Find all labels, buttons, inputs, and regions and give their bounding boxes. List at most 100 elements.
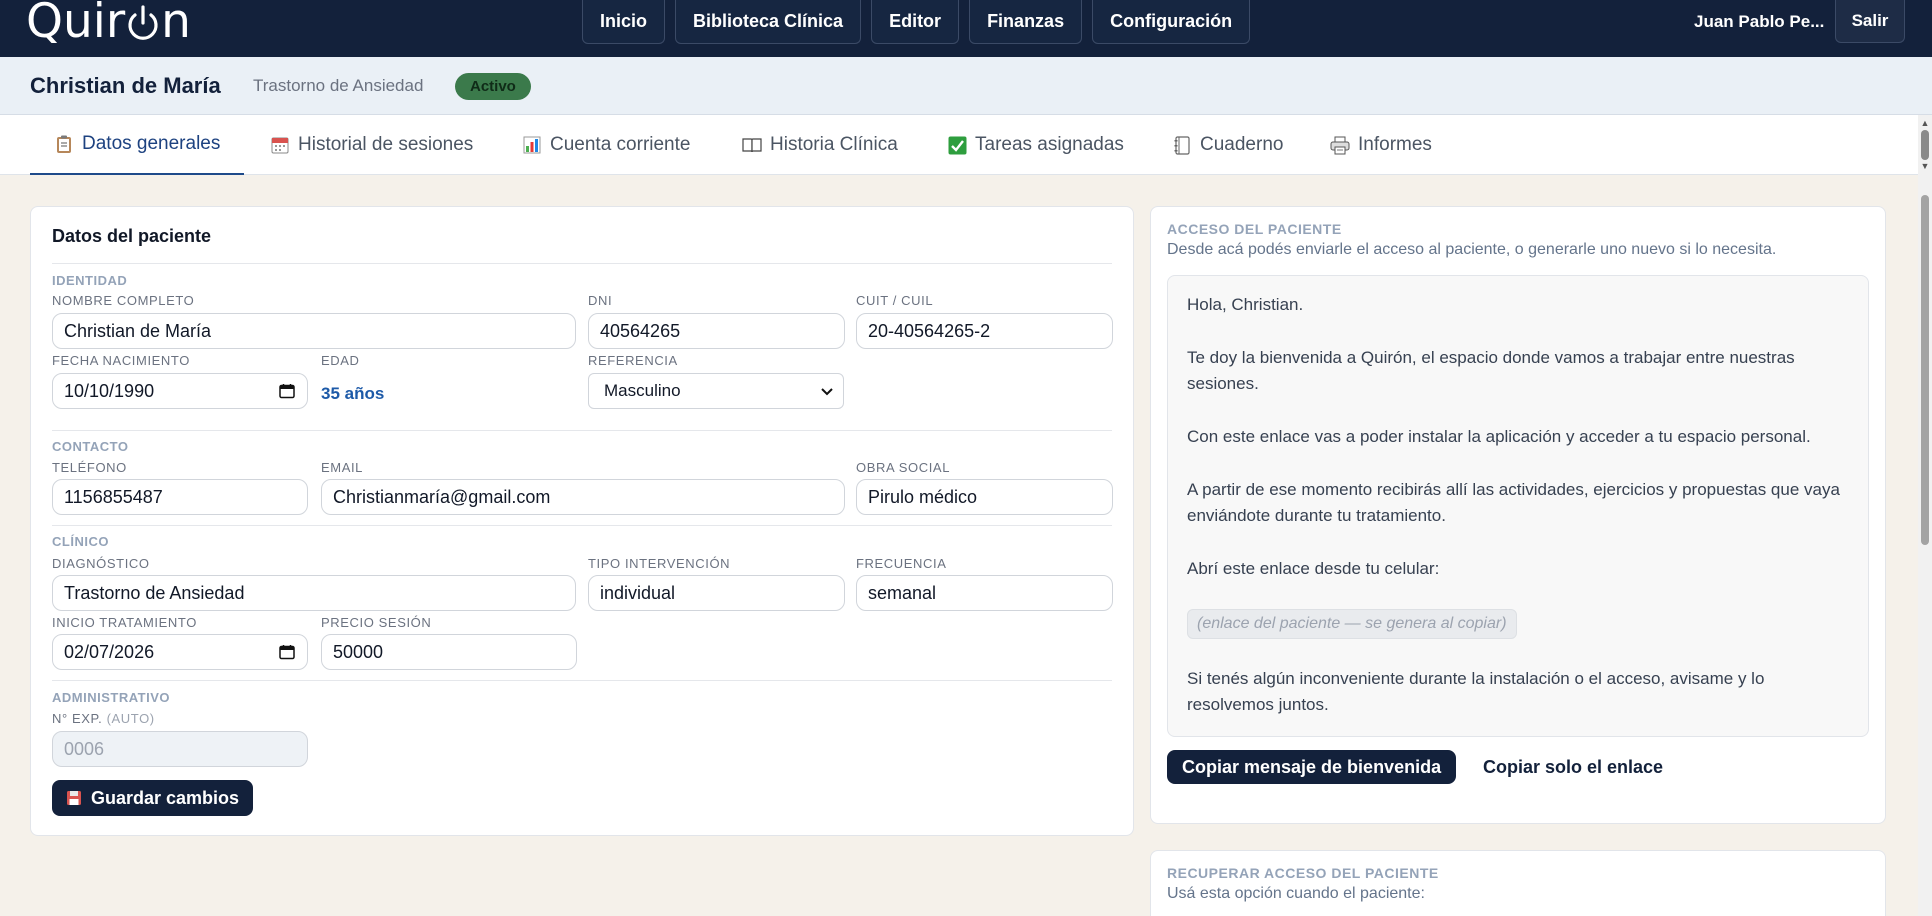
patient-data-card: Datos del paciente IDENTIDAD NOMBRE COMP… <box>30 206 1134 836</box>
tab-historial-sesiones[interactable]: Historial de sesiones <box>270 115 473 175</box>
reference-select[interactable]: Masculino <box>588 373 844 409</box>
label-intervention: TIPO INTERVENCIÓN <box>588 556 731 571</box>
phone-input[interactable]: 1156855487 <box>52 479 308 515</box>
bar-chart-icon <box>522 135 542 155</box>
patient-header: Christian de María Trastorno de Ansiedad… <box>0 57 1932 115</box>
label-email: EMAIL <box>321 460 364 475</box>
frequency-input[interactable]: semanal <box>856 575 1113 611</box>
diagnosis-input[interactable]: Trastorno de Ansiedad <box>52 575 576 611</box>
scroll-thumb[interactable] <box>1921 195 1929 545</box>
scroll-down-arrow-icon[interactable]: ▼ <box>1918 161 1932 173</box>
tab-label: Historia Clínica <box>770 134 898 155</box>
power-o-icon <box>126 1 160 41</box>
label-dni: DNI <box>588 293 613 308</box>
check-icon <box>947 135 967 155</box>
message-paragraph: A partir de ese momento recibirás allí l… <box>1187 480 1840 525</box>
treatment-start-value: 02/07/2026 <box>64 641 155 662</box>
welcome-message-box: Hola, Christian. Te doy la bienvenida a … <box>1167 275 1869 737</box>
label-age: EDAD <box>321 353 360 368</box>
tab-cuenta-corriente[interactable]: Cuenta corriente <box>522 115 690 175</box>
exp-auto-hint: (AUTO) <box>106 711 155 726</box>
label-phone: TELÉFONO <box>52 460 127 475</box>
label-birth-date: FECHA NACIMIENTO <box>52 353 190 368</box>
session-price-input[interactable]: 50000 <box>321 634 577 670</box>
calendar-icon <box>270 135 290 155</box>
notebook-icon <box>1172 135 1192 155</box>
scroll-thumb-tabs[interactable] <box>1921 130 1929 160</box>
treatment-start-input[interactable]: 02/07/2026 <box>52 634 308 670</box>
nav-biblioteca-clinica[interactable]: Biblioteca Clínica <box>675 0 862 44</box>
calendar-icon[interactable] <box>279 383 295 399</box>
intervention-input[interactable]: individual <box>588 575 845 611</box>
insurance-input[interactable]: Pirulo médico <box>856 479 1113 515</box>
cuit-input[interactable]: 20-40564265-2 <box>856 313 1113 349</box>
section-contact: CONTACTO <box>52 439 129 454</box>
tab-datos-generales[interactable]: Datos generales <box>30 115 244 175</box>
tab-label: Tareas asignadas <box>975 134 1124 155</box>
clipboard-icon <box>54 134 74 154</box>
divider <box>52 430 1112 431</box>
patient-name: Christian de María <box>30 73 221 98</box>
label-session-price: PRECIO SESIÓN <box>321 615 432 630</box>
label-insurance: OBRA SOCIAL <box>856 460 951 475</box>
calendar-icon[interactable] <box>279 644 295 660</box>
full-name-input[interactable]: Christian de María <box>52 313 576 349</box>
user-name[interactable]: Juan Pablo Pe... <box>1694 12 1824 32</box>
recover-title: RECUPERAR ACCESO DEL PACIENTE <box>1167 865 1439 881</box>
tab-label: Informes <box>1358 134 1432 155</box>
label-frequency: FRECUENCIA <box>856 556 947 571</box>
printer-icon <box>1330 135 1350 155</box>
patient-tabs: Datos generales Historial de sesiones Cu… <box>0 115 1918 175</box>
patient-link-placeholder: (enlace del paciente — se genera al copi… <box>1187 609 1517 639</box>
label-full-name: NOMBRE COMPLETO <box>52 293 195 308</box>
save-button[interactable]: Guardar cambios <box>52 780 254 816</box>
divider <box>52 525 1112 526</box>
tab-tareas-asignadas[interactable]: Tareas asignadas <box>947 115 1124 175</box>
divider <box>52 263 1112 264</box>
label-reference: REFERENCIA <box>588 353 678 368</box>
message-greeting: Hola, Christian. <box>1187 295 1304 314</box>
section-admin: ADMINISTRATIVO <box>52 690 170 705</box>
nav-editor[interactable]: Editor <box>871 0 960 44</box>
quiron-logo[interactable]: Quir n <box>26 0 191 48</box>
reference-value: Masculino <box>604 381 681 400</box>
chevron-down-icon <box>821 382 833 399</box>
card-title: Datos del paciente <box>52 226 212 246</box>
nav-inicio[interactable]: Inicio <box>582 0 666 44</box>
copy-link-button[interactable]: Copiar solo el enlace <box>1483 750 1663 784</box>
book-icon <box>742 135 762 155</box>
nav-finanzas[interactable]: Finanzas <box>969 0 1083 44</box>
birth-date-value: 10/10/1990 <box>64 380 155 401</box>
patient-diagnosis: Trastorno de Ansiedad <box>253 76 424 95</box>
tab-cuaderno[interactable]: Cuaderno <box>1172 115 1283 175</box>
save-button-label: Guardar cambios <box>91 787 240 808</box>
status-badge: Activo <box>455 73 531 100</box>
recover-description: Usá esta opción cuando el paciente: <box>1167 885 1425 902</box>
age-value: 35 años <box>321 384 385 403</box>
tab-historia-clinica[interactable]: Historia Clínica <box>742 115 898 175</box>
logo-text-prefix: Quir <box>26 0 126 49</box>
nav-configuracion[interactable]: Configuración <box>1092 0 1251 44</box>
label-treatment-start: INICIO TRATAMIENTO <box>52 615 197 630</box>
patient-access-card: ACCESO DEL PACIENTE Desde acá podés envi… <box>1150 206 1886 824</box>
access-description: Desde acá podés enviarle el acceso al pa… <box>1167 241 1777 258</box>
message-paragraph: Si tenés algún inconveniente durante la … <box>1187 669 1765 714</box>
section-identity: IDENTIDAD <box>52 273 128 288</box>
page-scrollbar[interactable]: ▲ ▼ <box>1918 115 1932 916</box>
email-input[interactable]: Christianmaría@gmail.com <box>321 479 845 515</box>
label-cuit: CUIT / CUIL <box>856 293 934 308</box>
tab-label: Cuaderno <box>1200 134 1284 155</box>
logout-button[interactable]: Salir <box>1835 0 1905 43</box>
message-paragraph: Te doy la bienvenida a Quirón, el espaci… <box>1187 348 1795 393</box>
message-paragraph: Abrí este enlace desde tu celular: <box>1187 559 1440 578</box>
main-nav: Inicio Biblioteca Clínica Editor Finanza… <box>582 0 1251 44</box>
scroll-up-arrow-icon[interactable]: ▲ <box>1918 118 1932 130</box>
recover-access-card: RECUPERAR ACCESO DEL PACIENTE Usá esta o… <box>1150 850 1886 916</box>
dni-input[interactable]: 40564265 <box>588 313 845 349</box>
copy-welcome-message-button[interactable]: Copiar mensaje de bienvenida <box>1167 750 1457 784</box>
tab-label: Datos generales <box>82 133 221 154</box>
exp-label-text: N° EXP. <box>52 711 103 726</box>
birth-date-input[interactable]: 10/10/1990 <box>52 373 308 409</box>
tab-informes[interactable]: Informes <box>1330 115 1432 175</box>
section-clinical: CLÍNICO <box>52 534 109 549</box>
